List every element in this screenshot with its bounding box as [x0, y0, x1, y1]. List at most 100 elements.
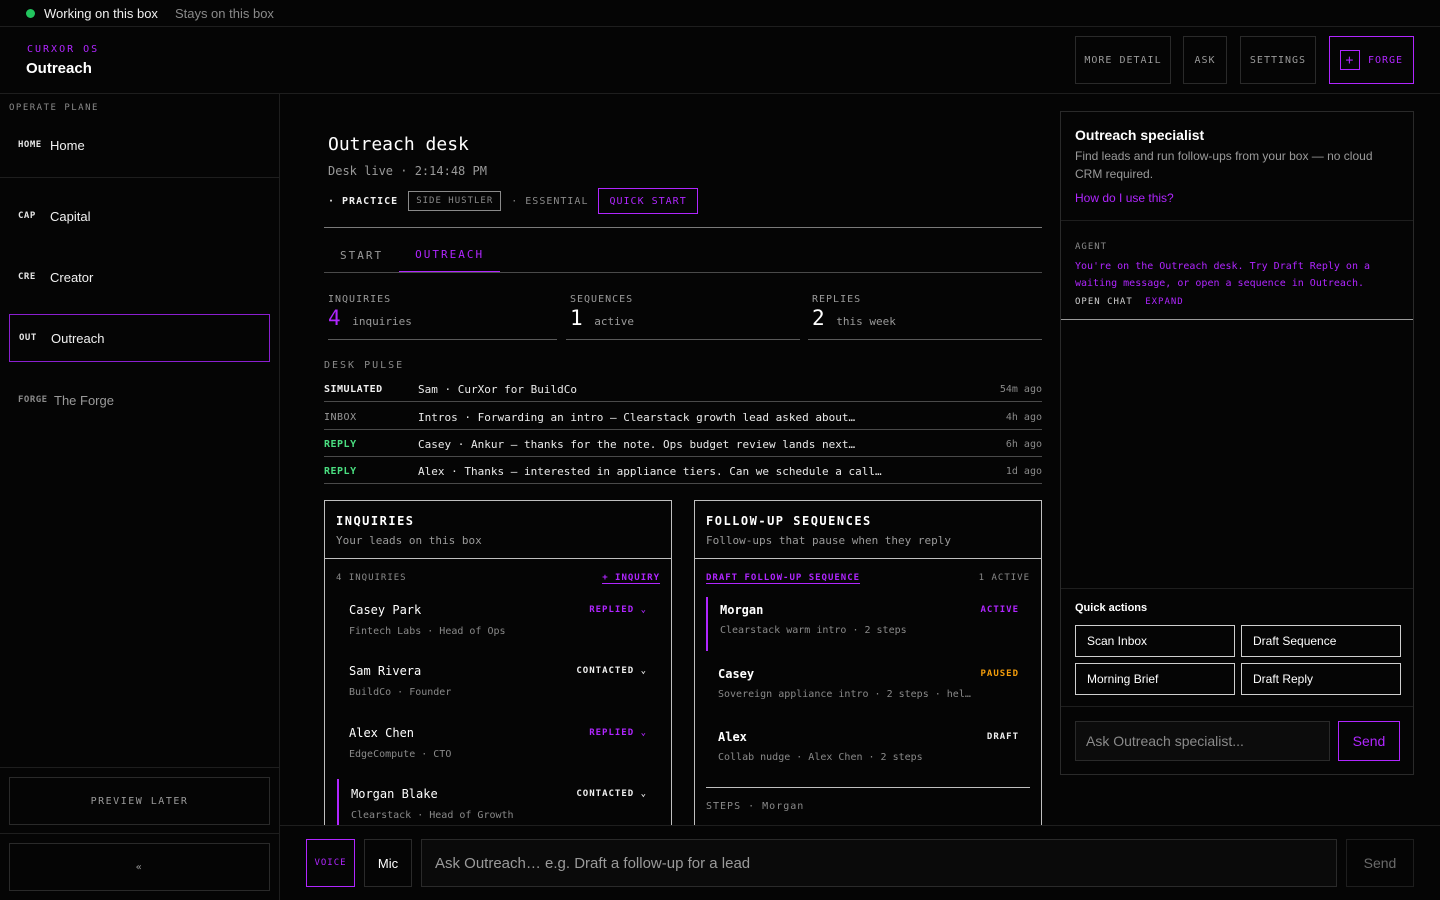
tab-outreach[interactable]: OUTREACH — [399, 237, 501, 273]
desk-tabs: START OUTREACH — [324, 237, 501, 273]
divider — [0, 177, 279, 178]
specialist-input[interactable]: Ask Outreach specialist... — [1075, 721, 1330, 761]
lead-name: Morgan Blake — [351, 787, 438, 801]
sequence-item[interactable]: Morgan Clearstack warm intro · 2 steps A… — [706, 597, 1019, 651]
pulse-row[interactable]: REPLY Casey · Ankur — thanks for the not… — [324, 433, 1042, 457]
tab-start[interactable]: START — [324, 237, 399, 273]
sequence-item[interactable]: Alex Collab nudge · Alex Chen · 2 steps … — [706, 724, 1019, 778]
ask-button[interactable]: ASK — [1183, 36, 1227, 84]
quick-actions-label: Quick actions — [1075, 602, 1148, 614]
lead-item[interactable]: Casey Park Fintech Labs · Head of Ops RE… — [337, 595, 647, 645]
nav-code: HOME — [18, 140, 42, 150]
draft-reply-button[interactable]: Draft Reply — [1241, 663, 1401, 695]
sequence-status: PAUSED — [980, 669, 1019, 679]
sidebar-item-creator[interactable]: CRE Creator — [9, 253, 270, 301]
pulse-text: Casey · Ankur — thanks for the note. Ops… — [418, 438, 856, 451]
draft-sequence-link[interactable]: DRAFT FOLLOW-UP SEQUENCE — [706, 573, 861, 584]
divider — [1061, 220, 1413, 221]
specialist-panel: Outreach specialist Find leads and run f… — [1060, 111, 1414, 775]
side-hustler-tag[interactable]: SIDE HUSTLER — [408, 191, 502, 211]
forge-button[interactable]: + FORGE — [1329, 36, 1414, 84]
scan-inbox-button[interactable]: Scan Inbox — [1075, 625, 1235, 657]
stat-sequences: SEQUENCES 1 active — [566, 294, 800, 340]
forge-button-label: FORGE — [1367, 54, 1404, 66]
card-subtitle: Follow-ups that pause when they reply — [706, 534, 952, 547]
quick-start-button[interactable]: QUICK START — [598, 188, 698, 214]
pulse-text: Sam · CurXor for BuildCo — [418, 383, 577, 396]
sidebar-item-home[interactable]: HOME Home — [9, 121, 270, 169]
lead-item[interactable]: Sam Rivera BuildCo · Founder CONTACTED ⌄ — [337, 656, 647, 706]
voice-button[interactable]: VOICE — [306, 839, 355, 887]
stat-unit: this week — [836, 315, 896, 328]
specialist-send-button[interactable]: Send — [1338, 721, 1400, 761]
pulse-row[interactable]: INBOX Intros · Forwarding an intro — Cle… — [324, 406, 1042, 430]
help-link[interactable]: How do I use this? — [1075, 191, 1174, 205]
agent-links: OPEN CHAT EXPAND — [1075, 297, 1184, 307]
preview-later-button[interactable]: PREVIEW LATER — [9, 777, 270, 825]
desk-live-time: Desk live · 2:14:48 PM — [328, 164, 487, 178]
nav-label: Outreach — [51, 330, 105, 346]
open-chat-link[interactable]: OPEN CHAT — [1075, 297, 1133, 307]
nav-label: The Forge — [54, 392, 114, 408]
lead-item[interactable]: Morgan Blake Clearstack · Head of Growth… — [337, 779, 647, 825]
morning-brief-button[interactable]: Morning Brief — [1075, 663, 1235, 695]
mic-button[interactable]: Mic — [364, 839, 412, 887]
nav-code: CRE — [18, 272, 36, 282]
sequences-toolbar: DRAFT FOLLOW-UP SEQUENCE 1 ACTIVE — [706, 573, 1030, 584]
main-content: Outreach desk Desk live · 2:14:48 PM · P… — [280, 94, 1060, 825]
sidebar-item-capital[interactable]: CAP Capital — [9, 192, 270, 240]
desk-tags: · PRACTICE SIDE HUSTLER · ESSENTIAL QUIC… — [328, 188, 698, 214]
lead-status-dropdown[interactable]: REPLIED ⌄ — [589, 728, 647, 738]
pulse-text: Intros · Forwarding an intro — Clearstac… — [418, 411, 856, 424]
status-strip: Working on this box Stays on this box — [0, 0, 1440, 27]
stat-value: 1 — [570, 306, 583, 330]
divider — [1061, 319, 1413, 320]
divider — [1061, 706, 1413, 707]
pulse-type: INBOX — [324, 412, 357, 423]
sequence-detail: Clearstack warm intro · 2 steps — [720, 625, 907, 636]
lead-name: Casey Park — [349, 603, 422, 617]
sequence-name: Casey — [718, 667, 755, 681]
collapse-sidebar-button[interactable]: « — [9, 843, 270, 891]
lead-status-dropdown[interactable]: CONTACTED ⌄ — [576, 666, 647, 676]
sequence-item[interactable]: Casey Sovereign appliance intro · 2 step… — [706, 661, 1019, 715]
divider — [324, 272, 1042, 273]
card-title: FOLLOW-UP SEQUENCES — [706, 514, 872, 528]
settings-button[interactable]: SETTINGS — [1240, 36, 1316, 84]
sidebar-item-outreach[interactable]: OUT Outreach — [9, 314, 270, 362]
pulse-time: 6h ago — [1005, 439, 1042, 450]
specialist-title: Outreach specialist — [1075, 127, 1205, 143]
sequence-status: ACTIVE — [980, 605, 1019, 615]
sequence-name: Morgan — [720, 603, 764, 617]
operate-plane-label: OPERATE PLANE — [9, 103, 99, 113]
pulse-time: 54m ago — [999, 384, 1042, 395]
lead-status-dropdown[interactable]: REPLIED ⌄ — [589, 605, 647, 615]
agent-message: You're on the Outreach desk. Try Draft R… — [1075, 261, 1371, 289]
more-detail-button[interactable]: MORE DETAIL — [1075, 36, 1171, 84]
command-send-button[interactable]: Send — [1346, 839, 1414, 887]
lead-item[interactable]: Alex Chen EdgeCompute · CTO REPLIED ⌄ — [337, 718, 647, 768]
stat-inquiries: INQUIRIES 4 inquiries — [328, 294, 557, 340]
pulse-row[interactable]: SIMULATED Sam · CurXor for BuildCo 54m a… — [324, 378, 1042, 402]
lead-name: Sam Rivera — [349, 664, 422, 678]
stat-replies: REPLIES 2 this week — [808, 294, 1042, 340]
card-subtitle: Your leads on this box — [336, 534, 482, 547]
working-status-text: Working on this box — [44, 5, 158, 21]
card-header: INQUIRIES Your leads on this box — [325, 501, 671, 559]
plus-icon: + — [1339, 50, 1360, 70]
lead-company: BuildCo · Founder — [349, 687, 452, 698]
draft-sequence-button[interactable]: Draft Sequence — [1241, 625, 1401, 657]
practice-tag: · PRACTICE — [328, 195, 399, 207]
pulse-row[interactable]: REPLY Alex · Thanks — interested in appl… — [324, 460, 1042, 484]
sequence-name: Alex — [718, 730, 747, 744]
page-title: Outreach — [26, 60, 92, 77]
app-header: CURXOR OS Outreach MORE DETAIL ASK SETTI… — [0, 27, 1440, 94]
stat-unit: inquiries — [352, 315, 412, 328]
add-inquiry-button[interactable]: + INQUIRY — [602, 573, 660, 584]
sidebar-item-forge[interactable]: FORGE The Forge — [9, 376, 270, 424]
expand-link[interactable]: EXPAND — [1145, 297, 1184, 307]
inquiries-count: 4 INQUIRIES — [336, 573, 407, 583]
lead-status-dropdown[interactable]: CONTACTED ⌄ — [576, 789, 647, 799]
nav-code: CAP — [18, 211, 36, 221]
command-input[interactable]: Ask Outreach… e.g. Draft a follow-up for… — [421, 839, 1337, 887]
